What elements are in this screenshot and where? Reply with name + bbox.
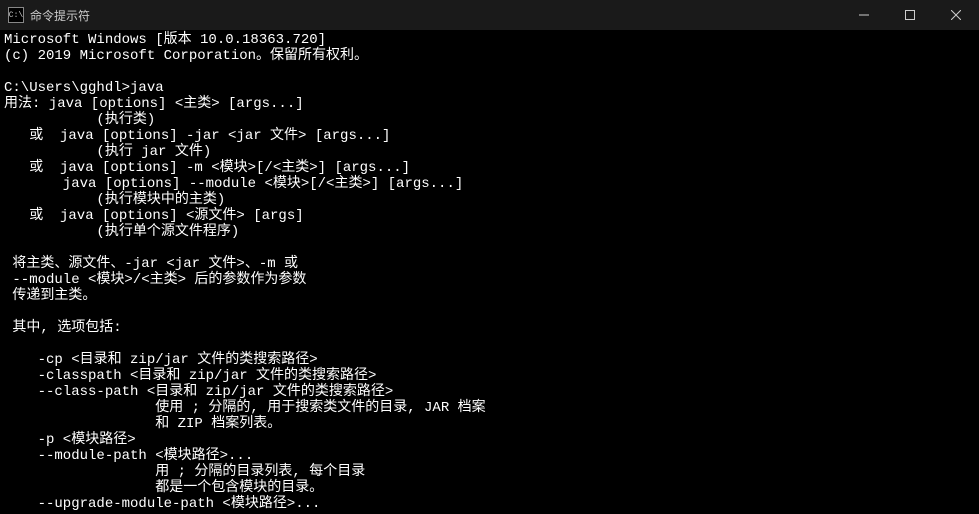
- terminal-line: (执行模块中的主类): [4, 192, 975, 208]
- terminal-line: 传递到主类。: [4, 288, 975, 304]
- terminal-line: [4, 336, 975, 352]
- minimize-icon: [859, 10, 869, 20]
- terminal-line: (执行类): [4, 112, 975, 128]
- terminal-line: (c) 2019 Microsoft Corporation。保留所有权利。: [4, 48, 975, 64]
- terminal-line: 或 java [options] -jar <jar 文件> [args...]: [4, 128, 975, 144]
- minimize-button[interactable]: [841, 0, 887, 30]
- terminal-line: 和 ZIP 档案列表。: [4, 416, 975, 432]
- terminal-line: -cp <目录和 zip/jar 文件的类搜索路径>: [4, 352, 975, 368]
- terminal-line: C:\Users\gghdl>java: [4, 80, 975, 96]
- terminal-output[interactable]: Microsoft Windows [版本 10.0.18363.720](c)…: [0, 30, 979, 514]
- terminal-line: --module <模块>/<主类> 后的参数作为参数: [4, 272, 975, 288]
- close-button[interactable]: [933, 0, 979, 30]
- terminal-line: Microsoft Windows [版本 10.0.18363.720]: [4, 32, 975, 48]
- terminal-line: [4, 240, 975, 256]
- terminal-line: --module-path <模块路径>...: [4, 448, 975, 464]
- terminal-line: 或 java [options] -m <模块>[/<主类>] [args...…: [4, 160, 975, 176]
- maximize-button[interactable]: [887, 0, 933, 30]
- terminal-line: (执行 jar 文件): [4, 144, 975, 160]
- terminal-line: [4, 64, 975, 80]
- terminal-line: [4, 304, 975, 320]
- terminal-line: --upgrade-module-path <模块路径>...: [4, 496, 975, 512]
- terminal-line: 用 ; 分隔的目录列表, 每个目录: [4, 464, 975, 480]
- close-icon: [951, 10, 961, 20]
- terminal-line: --class-path <目录和 zip/jar 文件的类搜索路径>: [4, 384, 975, 400]
- terminal-line: 使用 ; 分隔的, 用于搜索类文件的目录, JAR 档案: [4, 400, 975, 416]
- terminal-line: java [options] --module <模块>[/<主类>] [arg…: [4, 176, 975, 192]
- window-titlebar: C:\ 命令提示符: [0, 0, 979, 30]
- terminal-line: 都是一个包含模块的目录。: [4, 480, 975, 496]
- terminal-line: 或 java [options] <源文件> [args]: [4, 208, 975, 224]
- terminal-line: (执行单个源文件程序): [4, 224, 975, 240]
- terminal-line: 其中, 选项包括:: [4, 320, 975, 336]
- maximize-icon: [905, 10, 915, 20]
- cmd-icon: C:\: [8, 7, 24, 23]
- terminal-line: 将主类、源文件、-jar <jar 文件>、-m 或: [4, 256, 975, 272]
- terminal-line: -p <模块路径>: [4, 432, 975, 448]
- terminal-line: -classpath <目录和 zip/jar 文件的类搜索路径>: [4, 368, 975, 384]
- window-title: 命令提示符: [30, 7, 90, 24]
- terminal-line: 用法: java [options] <主类> [args...]: [4, 96, 975, 112]
